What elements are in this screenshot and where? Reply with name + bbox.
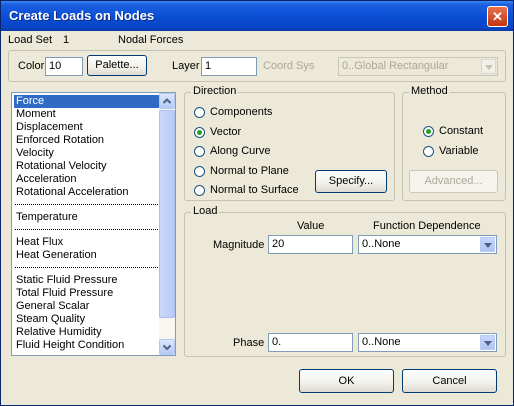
- magnitude-function-select[interactable]: 0..None: [358, 235, 497, 254]
- direction-option-label[interactable]: Normal to Surface: [210, 184, 299, 196]
- list-item[interactable]: Force: [14, 95, 160, 108]
- coord-sys-select: 0..Global Rectangular: [338, 57, 498, 76]
- method-title: Method: [409, 85, 450, 97]
- chevron-down-icon[interactable]: [480, 335, 495, 350]
- list-item[interactable]: Steam Quality: [14, 313, 87, 326]
- load-set-name: Nodal Forces: [118, 34, 184, 46]
- load-set-value: 1: [63, 34, 70, 46]
- list-item[interactable]: Velocity: [14, 147, 56, 160]
- list-item[interactable]: General Scalar: [14, 300, 91, 313]
- direction-radio[interactable]: [194, 107, 205, 118]
- chevron-down-icon: [162, 344, 172, 351]
- method-option-label[interactable]: Variable: [439, 145, 479, 157]
- direction-radio[interactable]: [194, 165, 205, 177]
- value-header: Value: [297, 220, 325, 232]
- list-item[interactable]: Rotational Acceleration: [14, 186, 131, 199]
- direction-title: Direction: [191, 85, 239, 97]
- list-item[interactable]: Fluid Height Condition: [14, 339, 126, 352]
- phase-function-select[interactable]: 0..None: [358, 333, 497, 352]
- window-title: Create Loads on Nodes: [9, 8, 155, 23]
- load-type-list[interactable]: Force Moment Displacement Enforced Rotation…: [11, 92, 176, 356]
- list-item[interactable]: Temperature: [14, 211, 80, 224]
- scroll-up-button[interactable]: [159, 93, 175, 109]
- list-item[interactable]: Acceleration: [14, 173, 79, 186]
- list-separator: [15, 229, 158, 230]
- method-radio[interactable]: [423, 146, 434, 157]
- list-item[interactable]: Enforced Rotation: [14, 134, 106, 147]
- ok-button[interactable]: OK: [299, 369, 394, 393]
- list-item[interactable]: Heat Flux: [14, 236, 65, 249]
- phase-label: Phase: [233, 337, 265, 349]
- scroll-thumb[interactable]: [159, 110, 175, 318]
- cancel-button[interactable]: Cancel: [402, 369, 497, 393]
- specify-button[interactable]: Specify...: [315, 170, 387, 193]
- list-separator: [15, 267, 158, 268]
- list-item[interactable]: Relative Humidity: [14, 326, 104, 339]
- phase-input[interactable]: 0.: [268, 333, 353, 352]
- advanced-button: Advanced...: [409, 170, 498, 193]
- scroll-down-button[interactable]: [159, 339, 175, 355]
- phase-function-value: 0..None: [362, 336, 401, 348]
- color-label: Color: [18, 60, 45, 72]
- direction-radio[interactable]: [194, 126, 205, 138]
- close-button[interactable]: ✕: [487, 6, 508, 27]
- load-title: Load: [191, 205, 220, 217]
- color-input[interactable]: 10: [45, 57, 83, 76]
- magnitude-function-value: 0..None: [362, 238, 401, 250]
- function-dependence-header: Function Dependence: [373, 220, 481, 232]
- direction-option-label[interactable]: Normal to Plane: [210, 165, 289, 177]
- list-scrollbar[interactable]: [159, 93, 175, 355]
- chevron-up-icon: [162, 98, 172, 104]
- direction-option-label[interactable]: Vector: [210, 126, 241, 138]
- direction-option-label[interactable]: Along Curve: [210, 145, 271, 157]
- direction-radio[interactable]: [194, 146, 205, 157]
- chevron-down-icon[interactable]: [480, 237, 495, 252]
- magnitude-input[interactable]: 20: [268, 235, 353, 254]
- load-set-label: Load Set: [8, 34, 53, 46]
- title-bar[interactable]: Create Loads on Nodes ✕: [1, 1, 513, 31]
- direction-radio[interactable]: [194, 185, 205, 196]
- dialog-window: Create Loads on Nodes ✕ Load Set 1 Nodal…: [0, 0, 514, 406]
- list-item[interactable]: Static Fluid Pressure: [14, 274, 119, 287]
- palette-button[interactable]: Palette...: [87, 55, 147, 76]
- layer-label: Layer: [172, 60, 200, 72]
- list-item[interactable]: Heat Generation: [14, 249, 99, 262]
- list-separator: [15, 204, 158, 205]
- close-icon: ✕: [492, 9, 503, 24]
- method-option-label[interactable]: Constant: [439, 125, 483, 137]
- list-item[interactable]: Rotational Velocity: [14, 160, 109, 173]
- list-item[interactable]: Moment: [14, 108, 58, 121]
- list-item[interactable]: Total Fluid Pressure: [14, 287, 115, 300]
- magnitude-label: Magnitude: [213, 239, 265, 251]
- direction-option-label[interactable]: Components: [210, 106, 272, 118]
- coord-sys-value: 0..Global Rectangular: [342, 60, 449, 72]
- layer-input[interactable]: 1: [201, 57, 257, 76]
- coord-sys-label: Coord Sys: [263, 60, 315, 72]
- list-item[interactable]: Displacement: [14, 121, 85, 134]
- method-radio[interactable]: [423, 126, 434, 137]
- chevron-down-icon: [481, 59, 496, 74]
